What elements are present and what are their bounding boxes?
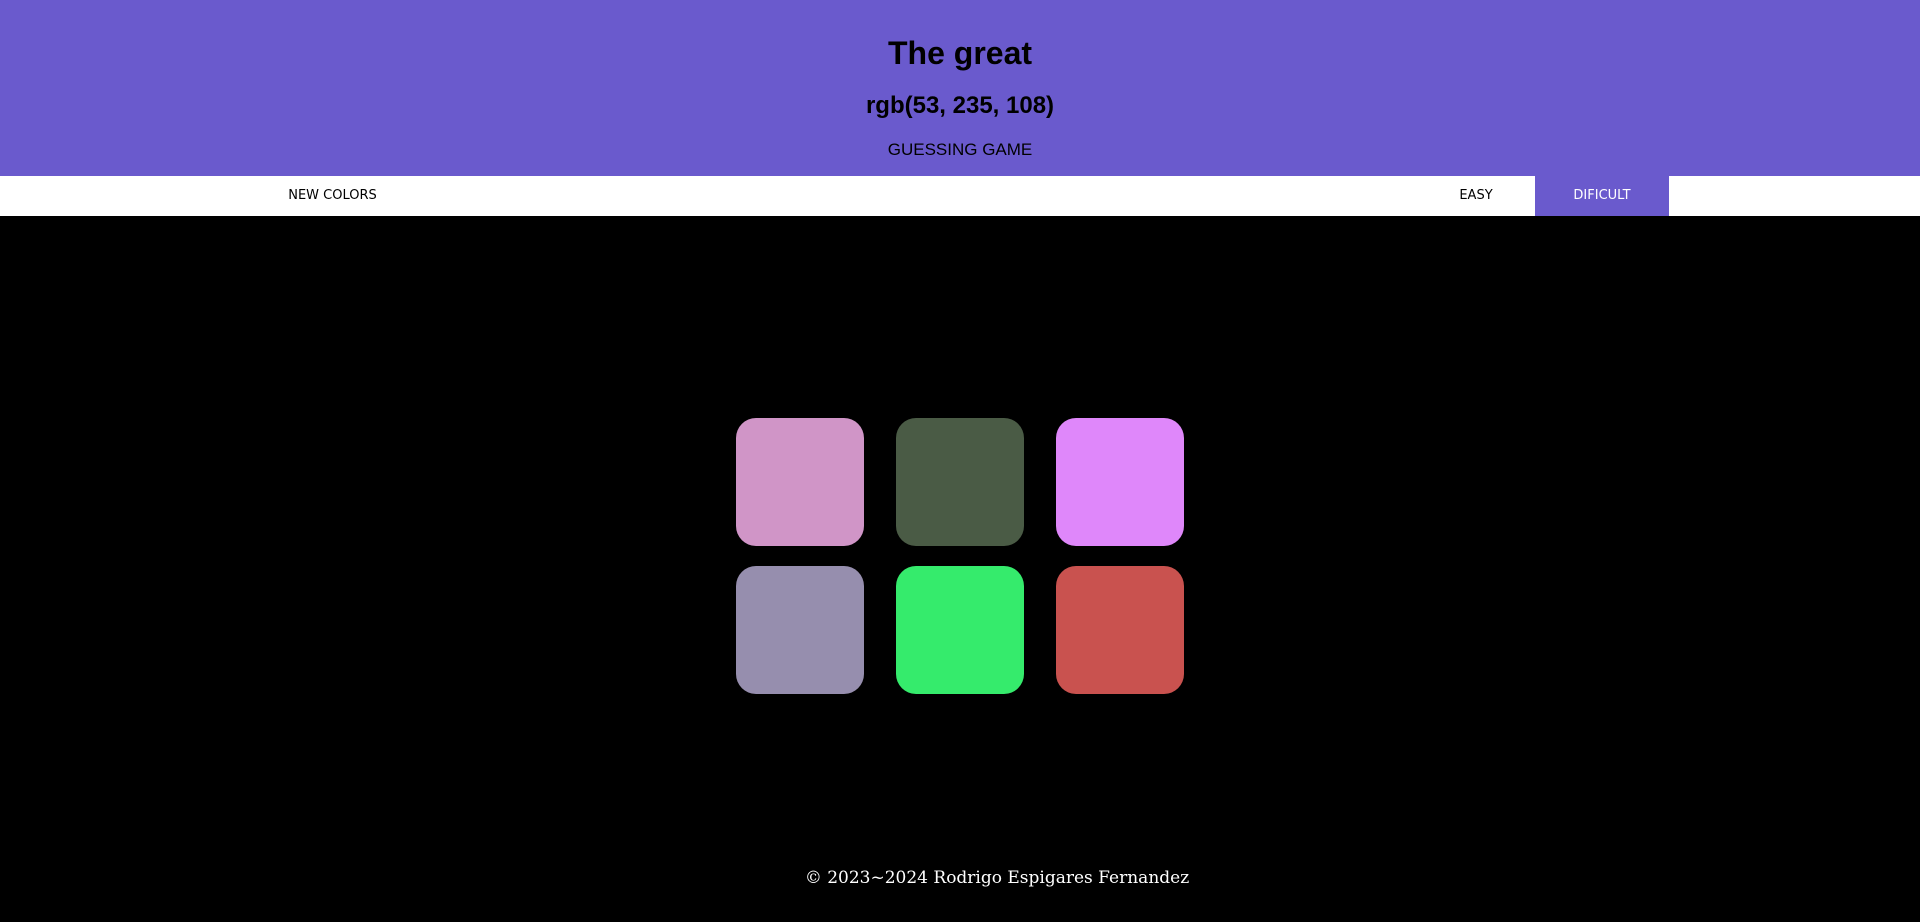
- new-colors-button[interactable]: NEW COLORS: [270, 176, 395, 216]
- page-subtitle: GUESSING GAME: [887, 140, 1033, 159]
- header: The great rgb(53, 235, 108) GUESSING GAM…: [0, 0, 1920, 176]
- color-board: [0, 216, 1920, 922]
- color-square-2[interactable]: [896, 418, 1024, 546]
- target-rgb-display: rgb(53, 235, 108): [865, 92, 1055, 119]
- toolbar: NEW COLORS EASY DIFICULT: [0, 176, 1920, 216]
- copyright-text: © 2023~2024 Rodrigo Espigares Fernandez: [804, 868, 1190, 888]
- footer: © 2023~2024 Rodrigo Espigares Fernandez: [0, 868, 1920, 888]
- color-square-6[interactable]: [1056, 566, 1184, 694]
- easy-mode-button[interactable]: EASY: [1418, 176, 1534, 216]
- color-square-4[interactable]: [736, 566, 864, 694]
- difficult-mode-button[interactable]: DIFICULT: [1535, 176, 1669, 216]
- color-square-1[interactable]: [736, 418, 864, 546]
- color-square-5[interactable]: [896, 566, 1024, 694]
- color-square-3[interactable]: [1056, 418, 1184, 546]
- page-title: The great: [887, 35, 1033, 71]
